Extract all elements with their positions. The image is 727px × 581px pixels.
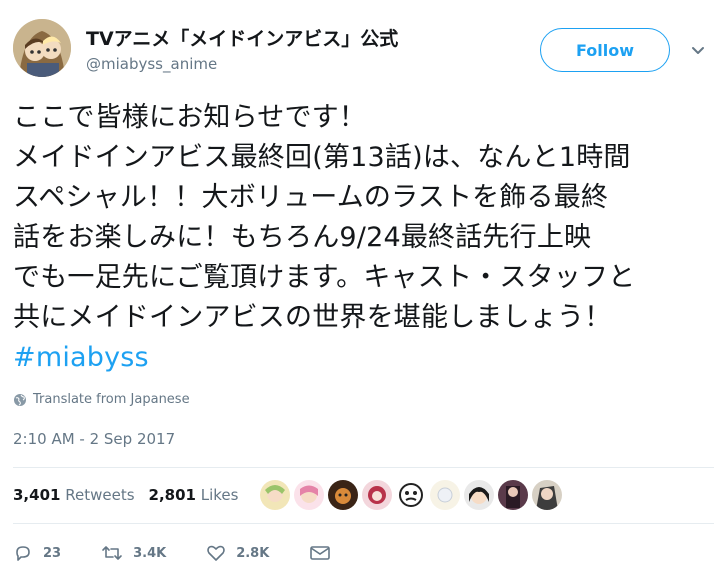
liker-avatar[interactable] bbox=[498, 480, 528, 510]
retweets-label: Retweets bbox=[65, 486, 135, 504]
liker-avatar[interactable] bbox=[328, 480, 358, 510]
reply-icon bbox=[16, 546, 30, 561]
hashtag-link[interactable]: #miabyss bbox=[13, 338, 713, 378]
like-icon bbox=[207, 545, 225, 561]
liker-avatar[interactable] bbox=[430, 480, 460, 510]
timestamp[interactable]: 2:10 AM - 2 Sep 2017 bbox=[13, 430, 175, 448]
liker-avatar[interactable] bbox=[532, 480, 562, 510]
liker-avatar[interactable] bbox=[464, 480, 494, 510]
tweet-line: メイドインアビス最終回(第13話)は、なんと1時間 bbox=[13, 142, 631, 173]
tweet-line: スペシャル！！大ボリュームのラストを飾る最終 bbox=[13, 182, 609, 213]
reply-button[interactable]: 23 bbox=[13, 543, 61, 563]
reply-count: 23 bbox=[43, 545, 62, 561]
retweet-count: 3.4K bbox=[133, 545, 167, 561]
liker-avatar[interactable] bbox=[294, 480, 324, 510]
liker-avatar[interactable] bbox=[362, 480, 392, 510]
caret-down-icon[interactable] bbox=[690, 42, 706, 58]
like-count: 2.8K bbox=[236, 545, 270, 561]
retweet-icon bbox=[102, 546, 122, 560]
account-handle[interactable]: @miabyss_anime bbox=[86, 55, 217, 73]
tweet-line: ここで皆様にお知らせです！ bbox=[13, 102, 367, 133]
translate-link[interactable]: Translate from Japanese bbox=[13, 392, 190, 407]
divider bbox=[13, 467, 714, 468]
divider bbox=[13, 523, 714, 524]
tweet-actions: 23 3.4K 2.8K bbox=[13, 543, 371, 563]
likes-label: Likes bbox=[200, 486, 239, 504]
message-icon bbox=[310, 546, 331, 560]
likes-count: 2,801 bbox=[148, 486, 196, 504]
globe-icon bbox=[14, 393, 26, 406]
likes-stat[interactable]: 2,801 Likes bbox=[149, 486, 239, 504]
follow-button[interactable]: Follow bbox=[540, 28, 670, 72]
avatar[interactable] bbox=[13, 19, 71, 77]
liker-avatar[interactable] bbox=[260, 480, 290, 510]
message-button[interactable] bbox=[309, 544, 331, 562]
liker-avatars bbox=[260, 480, 562, 510]
retweets-stat[interactable]: 3,401 Retweets bbox=[13, 486, 135, 504]
account-name[interactable]: TVアニメ「メイドインアビス」公式 bbox=[86, 24, 398, 51]
retweets-count: 3,401 bbox=[13, 486, 61, 504]
engagement-stats: 3,401 Retweets 2,801 Likes bbox=[13, 486, 238, 504]
tweet-text: ここで皆様にお知らせです！ メイドインアビス最終回(第13話)は、なんと1時間 … bbox=[13, 98, 713, 378]
retweet-button[interactable]: 3.4K bbox=[101, 543, 166, 563]
like-button[interactable]: 2.8K bbox=[206, 543, 269, 563]
tweet-line: 共にメイドインアビスの世界を堪能しましょう！ bbox=[13, 302, 612, 333]
tweet-line: でも一足先にご覧頂けます。キャスト・スタッフと bbox=[13, 262, 636, 293]
tweet-line: 話をお楽しみに！もちろん9/24最終話先行上映 bbox=[13, 222, 592, 253]
translate-label[interactable]: Translate from Japanese bbox=[33, 392, 190, 407]
liker-avatar[interactable] bbox=[396, 480, 426, 510]
